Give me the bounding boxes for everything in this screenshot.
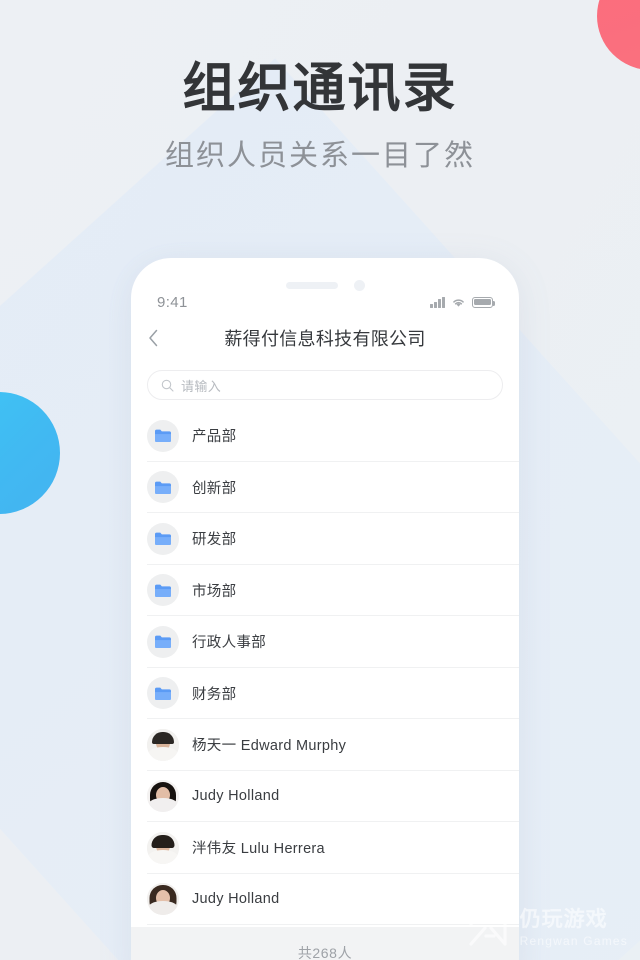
- list-item-label: 创新部: [192, 480, 237, 497]
- person-row[interactable]: 杨天一 Edward Murphy: [131, 719, 519, 771]
- signal-bars-icon: [430, 296, 445, 308]
- folder-icon: [147, 625, 179, 658]
- status-bar: 9:41: [131, 290, 519, 314]
- department-row[interactable]: 研发部: [131, 513, 519, 565]
- list-item-label: 产品部: [192, 429, 237, 446]
- contact-list[interactable]: 产品部创新部研发部市场部行政人事部财务部杨天一 Edward Murphy Jud…: [131, 410, 519, 927]
- avatar: [147, 728, 179, 761]
- folder-icon: [147, 574, 179, 607]
- list-footer: 共268人: [131, 927, 519, 960]
- back-button[interactable]: [131, 316, 175, 360]
- folder-icon: [147, 471, 179, 504]
- phone-mockup: 9:41 薪得付信息科技有限公司 请输入 产品部 创新部 研发部 市场部 行政人…: [131, 258, 519, 960]
- avatar: [147, 831, 179, 864]
- folder-icon: [147, 522, 179, 555]
- page-title: 组织通讯录: [182, 59, 458, 118]
- list-item-label: 杨天一 Edward Murphy: [192, 738, 347, 755]
- hero-heading-group: 组织通讯录 组织人员关系一目了然: [0, 58, 640, 174]
- folder-icon: [147, 677, 179, 710]
- list-item-label: Judy Holland: [192, 891, 280, 908]
- chevron-left-icon: [148, 329, 159, 347]
- speaker-grill-icon: [285, 282, 338, 289]
- department-row[interactable]: 财务部: [131, 668, 519, 720]
- list-item-label: 行政人事部: [192, 635, 266, 652]
- department-row[interactable]: 市场部: [131, 565, 519, 617]
- search-zone: 请输入: [131, 362, 519, 410]
- status-time: 9:41: [157, 293, 188, 311]
- list-item-label: 泮伟友 Lulu Herrera: [192, 841, 325, 858]
- status-icon-group: [430, 296, 496, 308]
- page-root: 组织通讯录 组织人员关系一目了然 9:41 薪得付信息科技有限公司 请输入 产品…: [0, 0, 640, 960]
- list-item-label: 研发部: [192, 532, 237, 549]
- wifi-icon: [451, 297, 466, 308]
- avatar: [147, 780, 179, 813]
- department-row[interactable]: 产品部: [131, 410, 519, 462]
- person-row[interactable]: Judy Holland: [131, 874, 519, 926]
- search-input[interactable]: 请输入: [147, 370, 503, 400]
- folder-icon: [147, 419, 179, 452]
- page-subtitle: 组织人员关系一目了然: [164, 140, 475, 172]
- total-count-label: 共268人: [297, 944, 353, 960]
- department-row[interactable]: 行政人事部: [131, 616, 519, 668]
- avatar: [147, 883, 179, 916]
- department-row[interactable]: 创新部: [131, 462, 519, 514]
- list-item-label: Judy Holland: [192, 788, 280, 805]
- nav-bar: 薪得付信息科技有限公司: [131, 316, 519, 360]
- person-row[interactable]: Judy Holland: [131, 771, 519, 823]
- search-placeholder: 请输入: [181, 378, 222, 394]
- list-item-label: 财务部: [192, 686, 237, 703]
- list-item-label: 市场部: [192, 583, 237, 600]
- search-icon: [161, 379, 174, 392]
- nav-title: 薪得付信息科技有限公司: [224, 329, 426, 349]
- battery-icon: [472, 296, 496, 308]
- person-row[interactable]: 泮伟友 Lulu Herrera: [131, 822, 519, 874]
